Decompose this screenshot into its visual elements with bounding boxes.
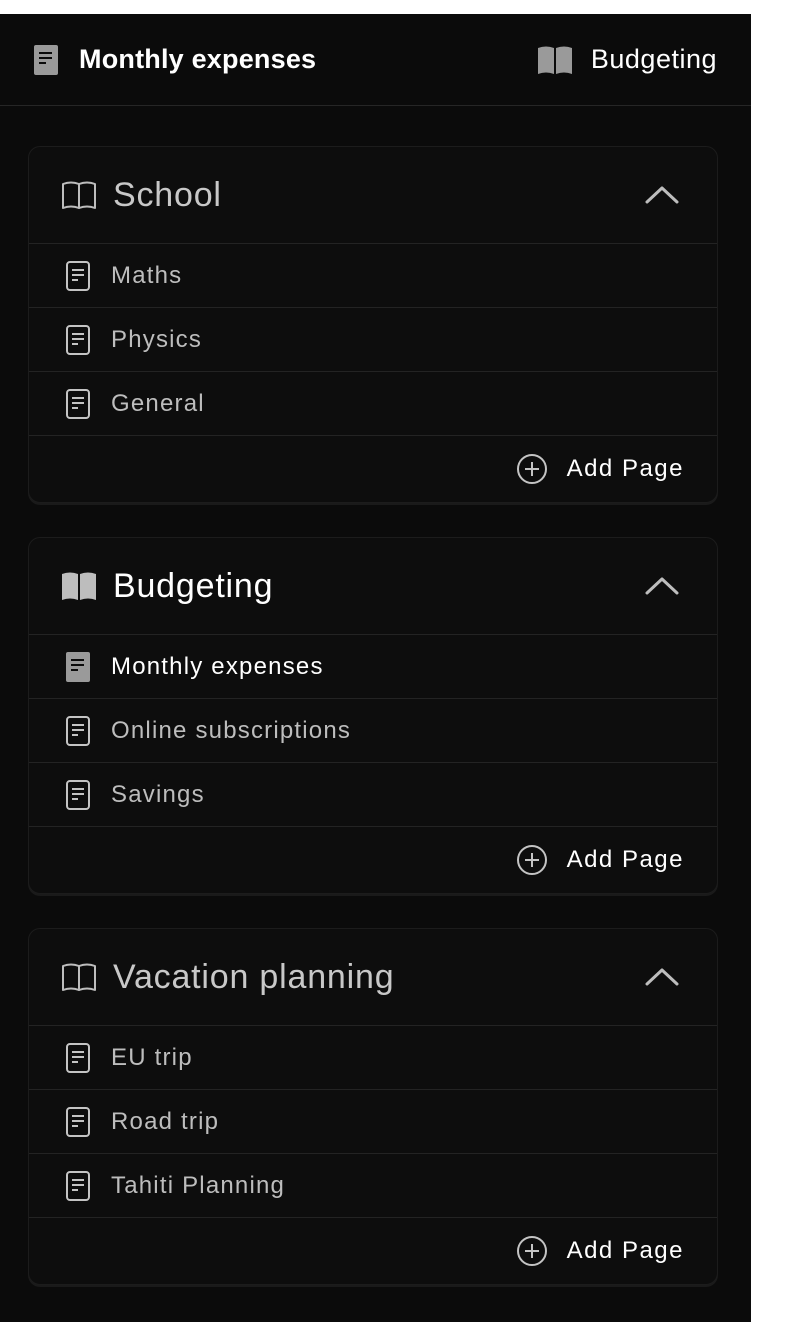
chevron-up-icon[interactable] [645,967,679,987]
page-item[interactable]: Road trip [29,1090,717,1154]
plus-circle-icon [516,844,548,876]
page-label: Maths [111,261,183,289]
page-item[interactable]: Tahiti Planning [29,1154,717,1218]
current-page[interactable]: Monthly expenses [33,44,316,76]
plus-circle-icon [516,453,548,485]
page-item[interactable]: Physics [29,308,717,372]
page-item[interactable]: Savings [29,763,717,827]
page-item-active[interactable]: Monthly expenses [29,635,717,699]
notebook-name: School [113,175,222,214]
notebook-card: Vacation planning EU trip Road trip Tahi… [28,928,718,1285]
chevron-up-icon[interactable] [645,576,679,596]
notebook-name: Budgeting [113,566,274,605]
page-item[interactable]: General [29,372,717,436]
page-label: Savings [111,780,205,808]
add-page-label: Add Page [566,846,684,873]
page-item[interactable]: Maths [29,244,717,308]
page-label: Physics [111,325,203,353]
document-filled-icon [33,44,59,76]
notebook-list: School Maths Physics General Add Page Bu… [0,106,751,1285]
book-open-filled-icon [537,45,573,75]
document-outline-icon [65,779,91,811]
page-label: Road trip [111,1107,220,1135]
page-label: Monthly expenses [111,652,324,680]
page-label: Tahiti Planning [111,1171,286,1199]
document-outline-icon [65,324,91,356]
page-item[interactable]: Online subscriptions [29,699,717,763]
page-item[interactable]: EU trip [29,1026,717,1090]
document-outline-icon [65,388,91,420]
book-open-outline-icon [61,962,97,992]
notebook-name: Vacation planning [113,957,395,996]
document-outline-icon [65,260,91,292]
add-page-label: Add Page [566,1237,684,1264]
notebook-card: School Maths Physics General Add Page [28,146,718,503]
book-open-filled-icon [61,571,97,601]
document-outline-icon [65,1106,91,1138]
top-bar: Monthly expenses Budgeting [0,14,751,106]
add-page-label: Add Page [566,455,684,482]
notebook-sidebar: Monthly expenses Budgeting School Maths … [0,14,751,1322]
notebook-header[interactable]: Vacation planning [29,929,717,1026]
page-label: General [111,389,205,417]
notebook-title: Budgeting [590,44,717,74]
page-label: EU trip [111,1043,193,1071]
document-filled-icon [65,651,91,683]
chevron-up-icon[interactable] [645,185,679,205]
add-page-button[interactable]: Add Page [29,436,717,502]
page-label: Online subscriptions [111,716,352,744]
book-open-outline-icon [61,180,97,210]
document-outline-icon [65,1170,91,1202]
notebook-header[interactable]: Budgeting [29,538,717,635]
document-outline-icon [65,1042,91,1074]
add-page-button[interactable]: Add Page [29,827,717,893]
notebook-card: Budgeting Monthly expenses Online subscr… [28,537,718,894]
notebook-header[interactable]: School [29,147,717,244]
current-notebook[interactable]: Budgeting [537,44,717,75]
document-outline-icon [65,715,91,747]
page-title: Monthly expenses [79,44,317,74]
plus-circle-icon [516,1235,548,1267]
add-page-button[interactable]: Add Page [29,1218,717,1284]
